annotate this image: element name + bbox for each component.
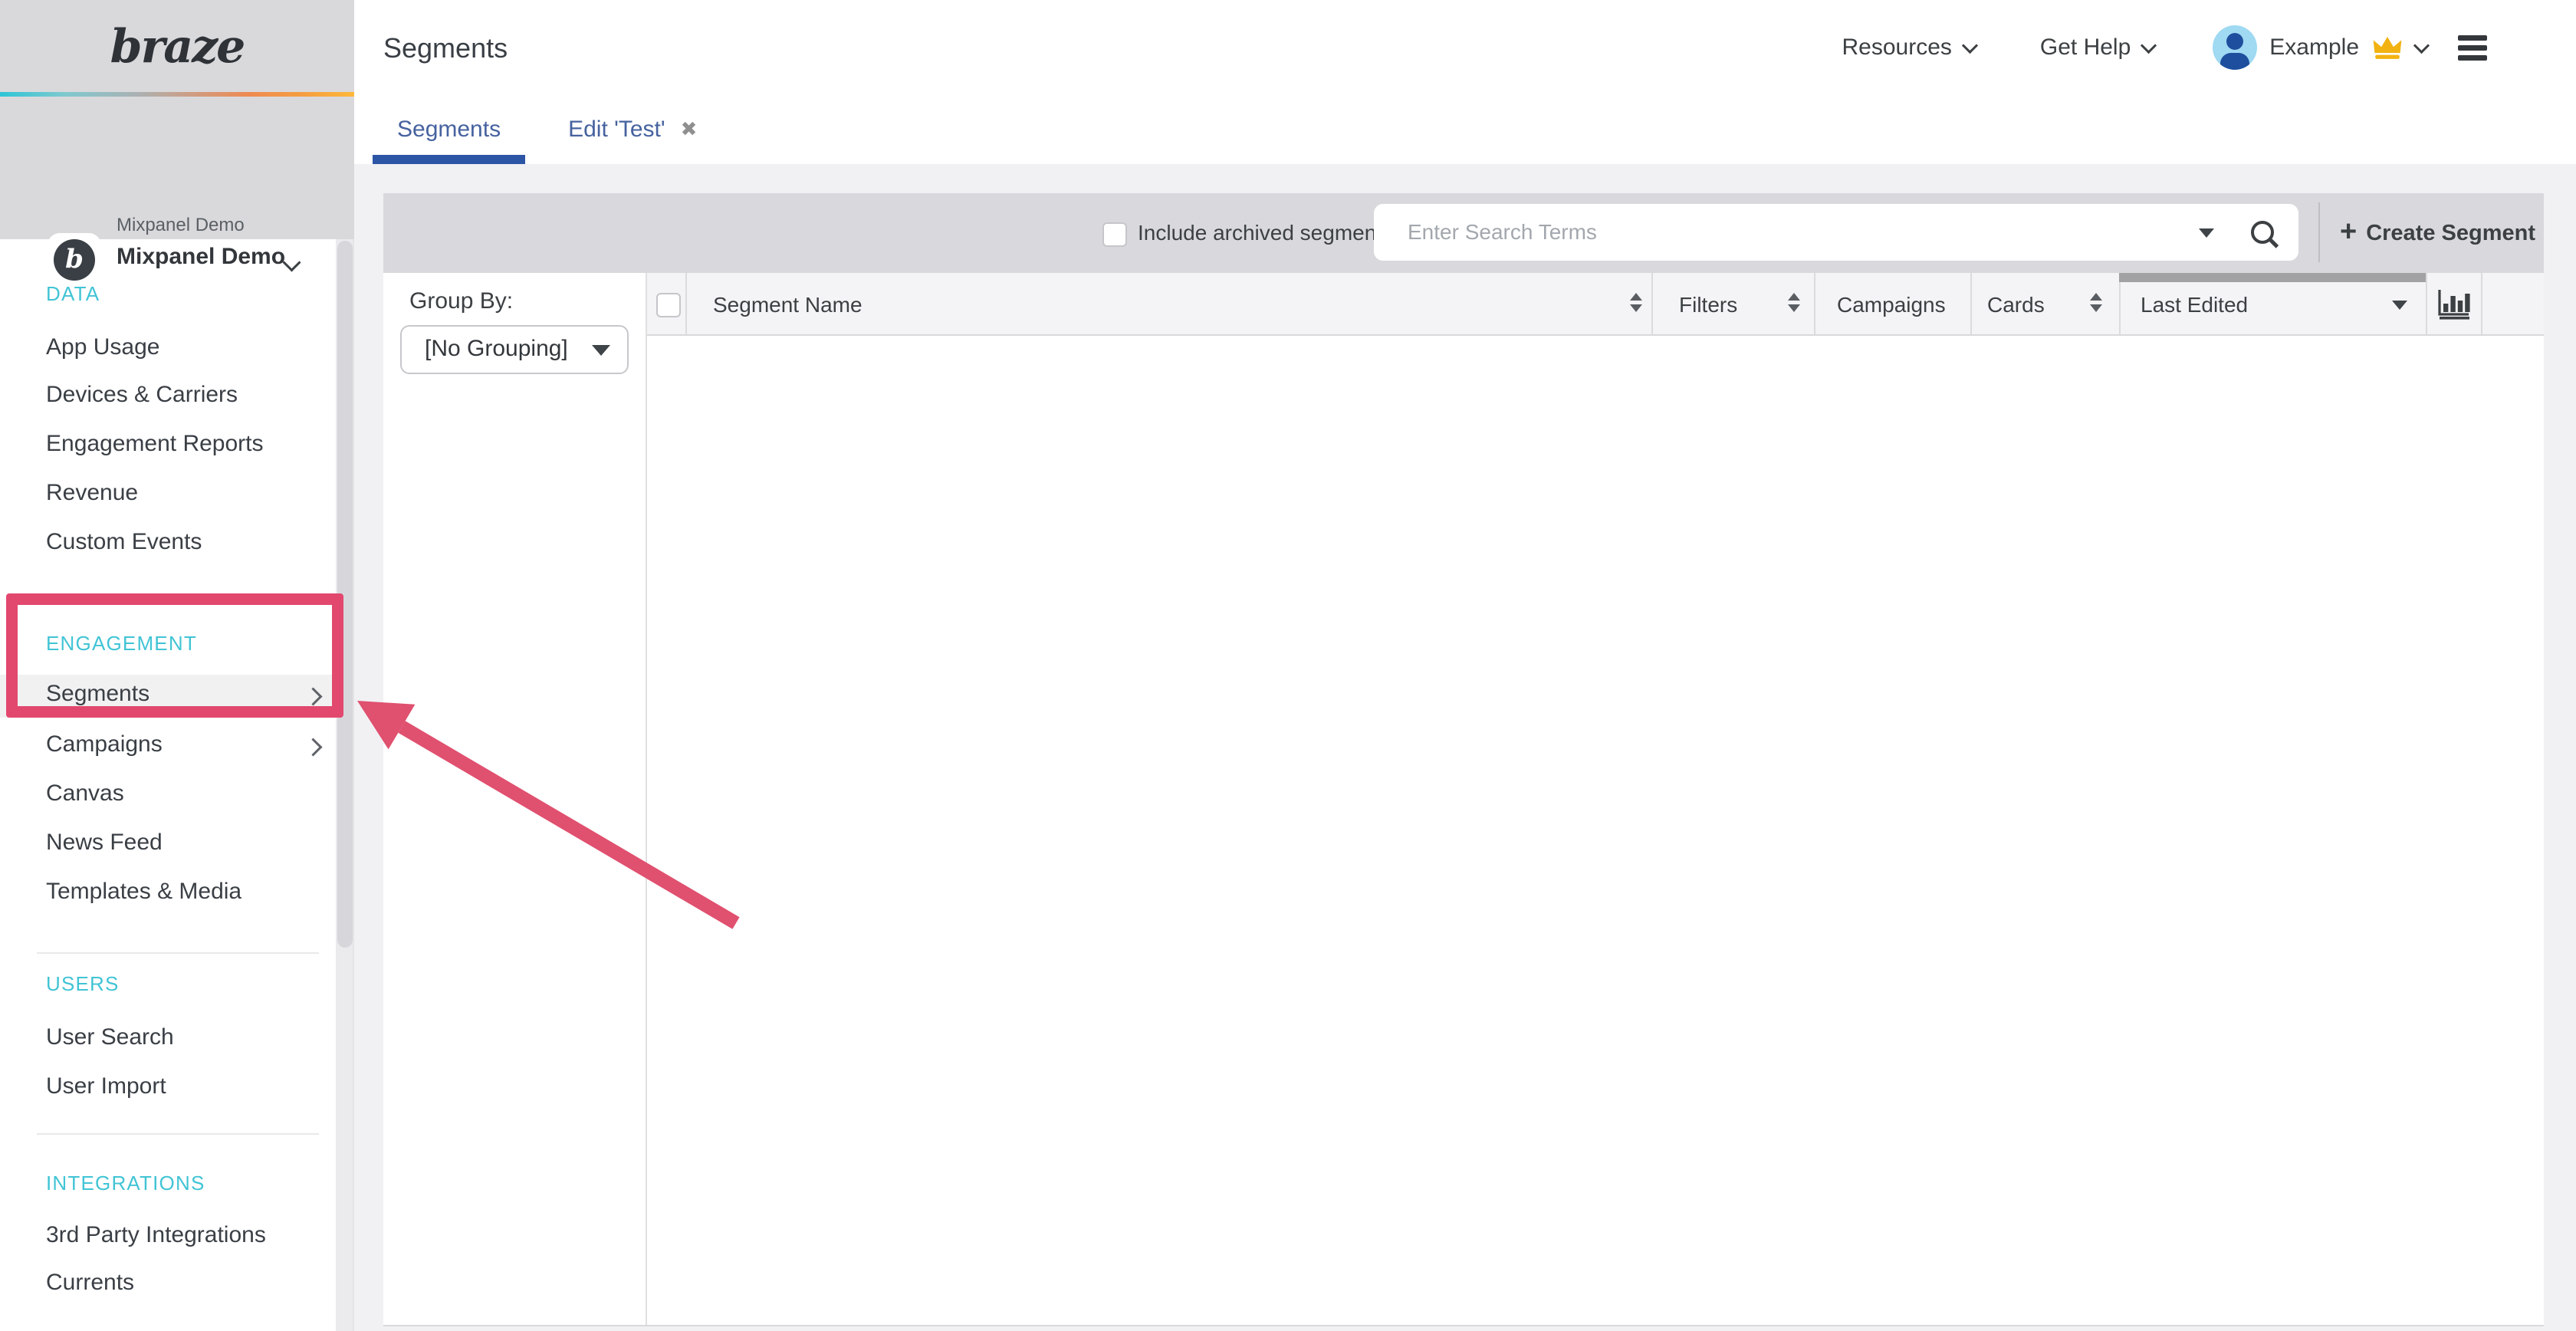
sidebar-item-app-usage[interactable]: App Usage xyxy=(46,334,159,360)
sort-icon[interactable] xyxy=(1630,293,1642,312)
user-name: Example xyxy=(2269,35,2359,61)
analytics-chart-icon[interactable] xyxy=(2436,288,2472,320)
chevron-right-icon xyxy=(304,738,322,756)
workspace-subtitle: Mixpanel Demo xyxy=(117,215,245,236)
column-last-edited[interactable]: Last Edited xyxy=(2141,293,2248,317)
chevron-down-icon xyxy=(2141,37,2157,53)
braze-app-window: braze b Mixpanel Demo Mixpanel Demo DATA… xyxy=(0,0,2576,1331)
top-bar-right: Resources Get Help Example xyxy=(1842,0,2487,95)
crown-icon xyxy=(2371,35,2404,60)
search-icon[interactable] xyxy=(2251,221,2274,244)
column-divider xyxy=(2481,273,2482,334)
workspace-app-icon: b xyxy=(48,233,101,287)
tab-segments[interactable]: Segments xyxy=(373,95,525,164)
sidebar-item-devices-carriers[interactable]: Devices & Carriers xyxy=(46,382,238,408)
page-title: Segments xyxy=(383,32,508,64)
caret-down-icon xyxy=(592,345,610,356)
column-divider xyxy=(685,273,687,334)
workspace-name: Mixpanel Demo xyxy=(117,244,285,270)
braze-logo: braze xyxy=(0,20,354,74)
get-help-menu[interactable]: Get Help xyxy=(2040,35,2154,61)
include-archived-checkbox[interactable] xyxy=(1102,222,1127,247)
tab-segments-label: Segments xyxy=(397,117,501,143)
create-segment-label: Create Segment xyxy=(2366,221,2535,246)
search-input[interactable] xyxy=(1374,204,2298,261)
column-divider xyxy=(1651,273,1653,334)
sort-desc-icon[interactable] xyxy=(2392,301,2407,310)
avatar-person-icon xyxy=(2220,53,2249,70)
sort-icon[interactable] xyxy=(1788,293,1800,312)
table-header: Segment Name Filters Campaigns Cards Las… xyxy=(647,273,2544,336)
group-by-label: Group By: xyxy=(409,288,513,314)
include-archived-label: Include archived segments xyxy=(1138,221,1393,245)
create-segment-button[interactable]: + Create Segment xyxy=(2340,193,2535,273)
tab-edit-test-label: Edit 'Test' xyxy=(568,117,665,143)
sidebar-section-integrations: INTEGRATIONS xyxy=(46,1172,205,1195)
column-cards[interactable]: Cards xyxy=(1987,293,2045,317)
sidebar-item-canvas[interactable]: Canvas xyxy=(46,781,124,807)
column-segment-name[interactable]: Segment Name xyxy=(713,293,863,317)
sort-icon[interactable] xyxy=(2090,293,2102,312)
sidebar-divider xyxy=(37,1133,319,1135)
search-dropdown-caret-icon[interactable] xyxy=(2199,228,2214,238)
braze-b-icon: b xyxy=(54,239,95,281)
group-by-panel: Group By: [No Grouping] xyxy=(383,273,647,1325)
search-box xyxy=(1374,204,2298,261)
resources-label: Resources xyxy=(1842,35,1951,61)
annotation-highlight-box xyxy=(6,593,343,718)
column-filters[interactable]: Filters xyxy=(1679,293,1737,317)
group-by-select[interactable]: [No Grouping] xyxy=(400,325,629,374)
sidebar-header: braze xyxy=(0,0,354,92)
avatar[interactable] xyxy=(2213,25,2257,70)
select-all-checkbox[interactable] xyxy=(656,293,681,317)
chevron-down-icon xyxy=(1962,37,1978,53)
sidebar-item-news-feed[interactable]: News Feed xyxy=(46,830,163,856)
sidebar-item-user-search[interactable]: User Search xyxy=(46,1024,174,1050)
sorted-column-indicator xyxy=(2119,273,2426,282)
sidebar-divider xyxy=(37,952,319,954)
workspace-switcher[interactable]: b Mixpanel Demo Mixpanel Demo xyxy=(0,97,354,239)
sidebar-item-templates-media[interactable]: Templates & Media xyxy=(46,879,242,905)
chevron-down-icon[interactable] xyxy=(2413,37,2430,53)
sidebar-item-campaigns[interactable]: Campaigns xyxy=(46,731,163,758)
column-divider xyxy=(1970,273,1972,334)
close-icon[interactable]: ✖ xyxy=(681,118,698,141)
sidebar-item-custom-events[interactable]: Custom Events xyxy=(46,529,202,555)
sidebar-section-data: DATA xyxy=(46,282,100,306)
get-help-label: Get Help xyxy=(2040,35,2131,61)
column-campaigns: Campaigns xyxy=(1837,293,1946,317)
sidebar-section-users: USERS xyxy=(46,972,120,996)
filter-bar-divider xyxy=(2318,202,2320,262)
resources-menu[interactable]: Resources xyxy=(1842,35,1975,61)
group-by-value: [No Grouping] xyxy=(425,336,568,362)
avatar-person-icon xyxy=(2226,33,2243,50)
chevron-down-icon[interactable] xyxy=(282,253,301,271)
column-divider xyxy=(2426,273,2427,334)
column-divider xyxy=(2119,273,2121,334)
hamburger-menu-icon[interactable] xyxy=(2458,35,2487,61)
filter-bar: Include archived segments + Create Segme… xyxy=(383,193,2544,273)
sidebar-item-user-import[interactable]: User Import xyxy=(46,1073,166,1099)
sidebar-item-currents[interactable]: Currents xyxy=(46,1270,134,1296)
plus-icon: + xyxy=(2340,215,2357,248)
segments-panel: Include archived segments + Create Segme… xyxy=(383,193,2544,1326)
tab-edit-test[interactable]: Edit 'Test' ✖ xyxy=(544,95,721,164)
sidebar-item-revenue[interactable]: Revenue xyxy=(46,480,138,506)
sidebar-item-engagement-reports[interactable]: Engagement Reports xyxy=(46,431,264,457)
tab-bar: Segments Edit 'Test' ✖ xyxy=(354,95,2576,166)
sidebar-item-3rd-party-integrations[interactable]: 3rd Party Integrations xyxy=(46,1222,266,1248)
column-divider xyxy=(1814,273,1815,334)
